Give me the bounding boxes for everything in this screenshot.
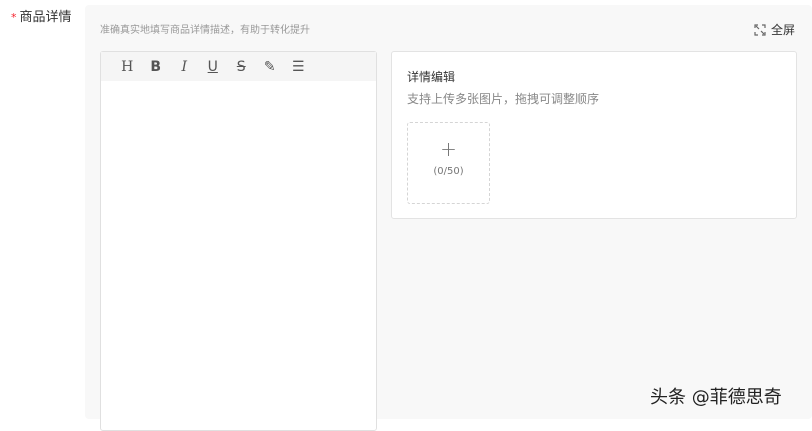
underline-button[interactable]: U	[199, 59, 228, 75]
card-subtitle: 支持上传多张图片，拖拽可调整顺序	[407, 92, 600, 106]
watermark: 头条 @菲德思奇	[650, 387, 782, 408]
expand-icon	[754, 23, 766, 36]
fullscreen-label: 全屏	[771, 23, 796, 37]
upload-count: (0/50)	[433, 166, 464, 177]
field-label-text: 商品详情	[19, 10, 72, 25]
card-title: 详情编辑	[407, 70, 456, 84]
bold-button[interactable]: B	[142, 59, 171, 75]
highlight-button[interactable]: ✎	[256, 59, 285, 75]
heading-button[interactable]: H	[113, 59, 142, 75]
strikethrough-button[interactable]: S	[227, 59, 256, 75]
hint-text: 准确真实地填写商品详情描述，有助于转化提升	[100, 25, 310, 36]
detail-edit-card: 详情编辑 支持上传多张图片，拖拽可调整顺序 + (0/50)	[391, 51, 797, 219]
plus-icon: +	[440, 137, 457, 161]
fullscreen-button[interactable]: 全屏	[754, 21, 795, 38]
field-label: * 商品详情	[11, 6, 72, 25]
editor-toolbar: H B I U S ✎ ☰	[101, 52, 376, 81]
image-upload-button[interactable]: + (0/50)	[407, 122, 490, 204]
italic-button[interactable]: I	[170, 59, 199, 75]
rich-text-editor[interactable]: H B I U S ✎ ☰	[100, 51, 377, 431]
required-mark: *	[11, 11, 17, 24]
align-button[interactable]: ☰	[284, 59, 313, 75]
